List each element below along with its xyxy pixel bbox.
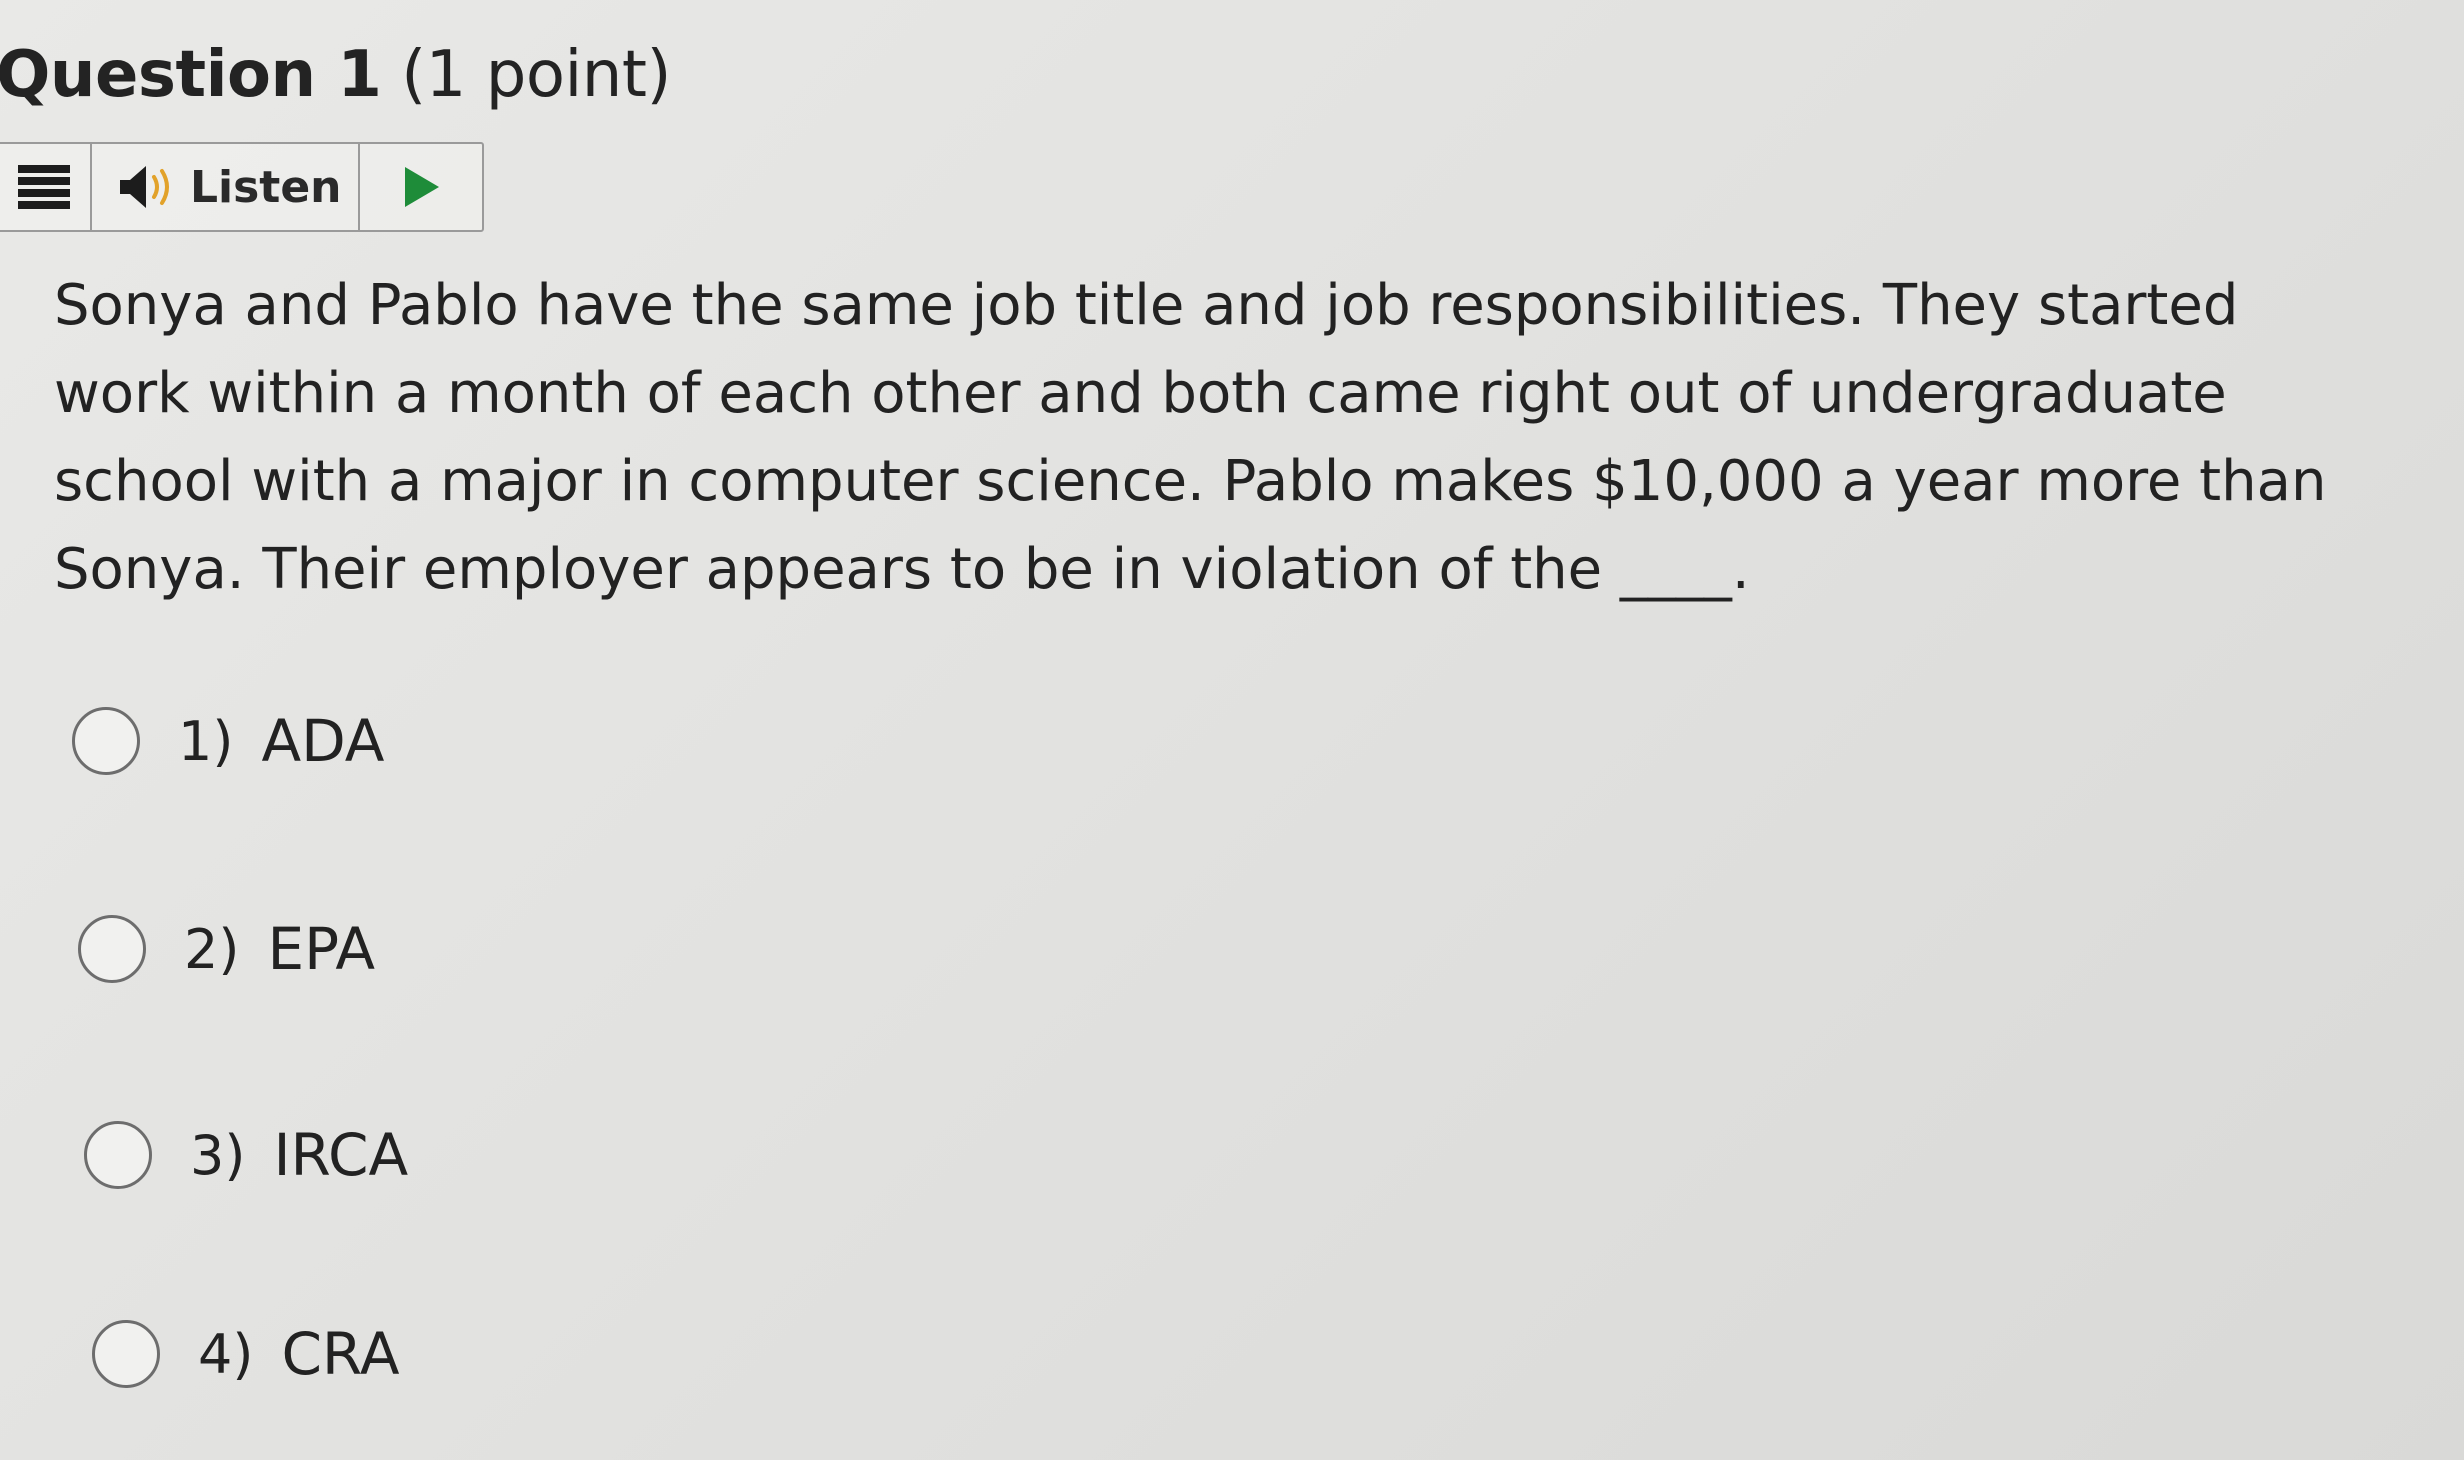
- option-4[interactable]: 4) CRA: [92, 1320, 400, 1388]
- listen-button[interactable]: Listen: [92, 144, 360, 230]
- listen-label: Listen: [190, 161, 342, 213]
- menu-icon: [18, 165, 70, 209]
- quiz-page: Question 1 (1 point) Listen Sonya and Pa…: [0, 0, 2464, 1460]
- option-3[interactable]: 3) IRCA: [84, 1121, 408, 1189]
- menu-button[interactable]: [0, 144, 92, 230]
- question-number: Question 1: [0, 38, 382, 112]
- question-title: Question 1 (1 point): [0, 38, 671, 112]
- readspeaker-toolbar: Listen: [0, 142, 484, 232]
- option-1[interactable]: 1) ADA: [72, 707, 384, 775]
- radio-option-3[interactable]: [84, 1121, 152, 1189]
- radio-option-1[interactable]: [72, 707, 140, 775]
- radio-option-4[interactable]: [92, 1320, 160, 1388]
- option-number: 1): [178, 709, 234, 773]
- option-label: IRCA: [273, 1121, 409, 1189]
- option-number: 2): [184, 917, 240, 981]
- play-button[interactable]: [360, 144, 482, 230]
- option-label: ADA: [261, 707, 385, 775]
- play-icon: [405, 167, 439, 207]
- option-label: EPA: [267, 915, 376, 983]
- option-number: 3): [190, 1123, 246, 1187]
- option-number: 4): [198, 1322, 254, 1386]
- option-label: CRA: [281, 1320, 400, 1388]
- question-points: (1 point): [401, 38, 671, 112]
- radio-option-2[interactable]: [78, 915, 146, 983]
- option-2[interactable]: 2) EPA: [78, 915, 375, 983]
- question-text: Sonya and Pablo have the same job title …: [54, 273, 2327, 602]
- speaker-icon: [120, 166, 169, 208]
